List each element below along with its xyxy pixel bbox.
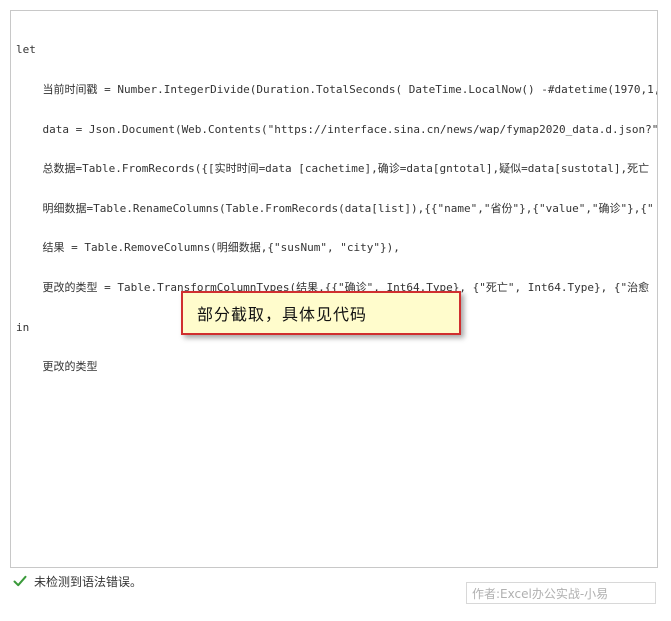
code-area[interactable]: let 当前时间戳 = Number.IntegerDivide(Duratio… [16,17,657,400]
annotation-callout: 部分截取，具体见代码 [181,291,461,335]
author-watermark: 作者:Excel办公实战-小易 [466,582,656,604]
code-line: data = Json.Document(Web.Contents("https… [16,122,658,136]
code-line: 明细数据=Table.RenameColumns(Table.FromRecor… [16,201,654,215]
code-line: 总数据=Table.FromRecords({[实时时间=data [cache… [16,162,650,176]
check-icon [13,575,27,587]
code-line: let [16,43,36,57]
query-editor[interactable]: let 当前时间戳 = Number.IntegerDivide(Duratio… [10,10,658,568]
callout-text: 部分截取，具体见代码 [197,305,368,324]
code-line: 结果 = Table.RemoveColumns(明细数据,{"susNum",… [16,241,400,255]
code-line: 当前时间戳 = Number.IntegerDivide(Duration.To… [16,83,658,96]
syntax-status-text: 未检测到语法错误。 [34,574,143,589]
code-line: 更改的类型 [16,360,98,374]
